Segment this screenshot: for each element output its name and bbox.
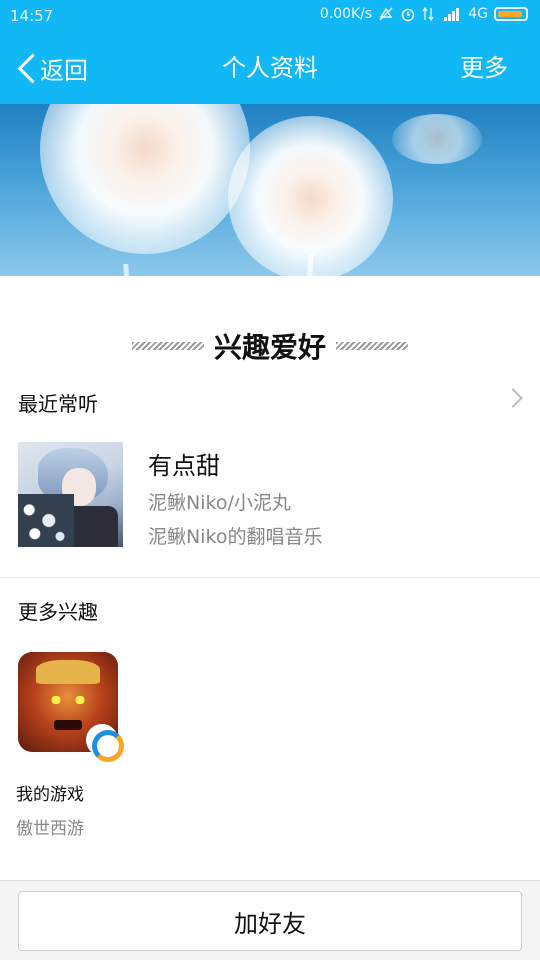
nav-bar: 返回 个人资料 更多	[0, 32, 540, 104]
data-transfer-icon	[422, 6, 438, 22]
more-button[interactable]: 更多	[460, 50, 508, 86]
section-heading: 兴趣爱好	[0, 326, 540, 366]
heading-ornament-left	[131, 342, 204, 350]
bottom-bar: 加好友	[0, 880, 540, 960]
page-title: 个人资料	[222, 54, 318, 82]
status-icons: 0.00K/s 4G	[320, 6, 528, 22]
song-artist: 泥鳅Niko/小泥丸	[148, 492, 291, 514]
status-bar: 14:57 0.00K/s 4G	[0, 0, 540, 32]
chevron-right-icon[interactable]	[503, 388, 523, 408]
add-friend-button[interactable]: 加好友	[18, 891, 522, 951]
alarm-icon	[400, 6, 416, 22]
song-description: 泥鳅Niko的翻唱音乐	[148, 526, 323, 548]
heading-ornament-right	[336, 342, 408, 350]
game-name[interactable]: 傲世西游	[16, 814, 84, 839]
signal-icon	[444, 7, 462, 21]
divider	[0, 577, 540, 578]
cover-photo[interactable]	[0, 104, 540, 276]
more-interests-label: 更多兴趣	[18, 600, 98, 624]
status-time: 14:57	[10, 7, 54, 25]
net-speed: 0.00K/s	[319, 6, 373, 22]
song-title[interactable]: 有点甜	[148, 446, 220, 481]
section-title: 兴趣爱好	[213, 331, 326, 364]
battery-icon	[494, 7, 528, 21]
tencent-game-badge-icon	[86, 724, 124, 762]
recent-listen-label[interactable]: 最近常听	[18, 388, 98, 417]
game-label: 我的游戏	[16, 785, 84, 805]
network-type: 4G	[468, 6, 488, 22]
silent-icon	[378, 6, 394, 22]
album-cover[interactable]	[18, 442, 123, 547]
